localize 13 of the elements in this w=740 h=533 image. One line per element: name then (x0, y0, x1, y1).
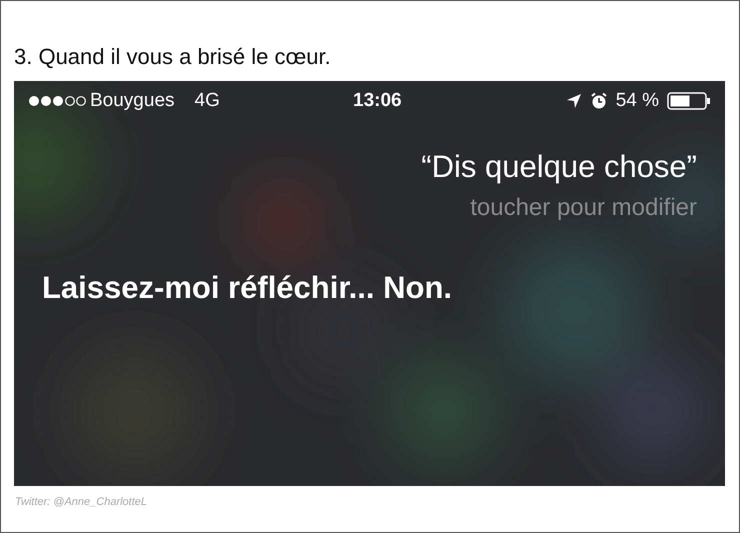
siri-answer: Laissez-moi réfléchir... Non. (42, 269, 454, 307)
signal-icon (28, 95, 86, 107)
edit-hint-link[interactable]: toucher pour modifier (470, 193, 697, 223)
battery-percent: 54 % (616, 88, 659, 113)
clock-time: 13:06 (353, 88, 402, 113)
alarm-clock-icon (590, 92, 608, 110)
article-heading: 3. Quand il vous a brisé le cœur. (14, 43, 332, 71)
network-type: 4G (194, 88, 220, 113)
carrier-name: Bouygues (90, 88, 175, 113)
battery-icon (667, 92, 711, 110)
location-arrow-icon (566, 93, 582, 109)
spoken-query: “Dis quelque chose” (421, 149, 697, 185)
image-credit: Twitter: @Anne_CharlotteL (15, 495, 148, 510)
